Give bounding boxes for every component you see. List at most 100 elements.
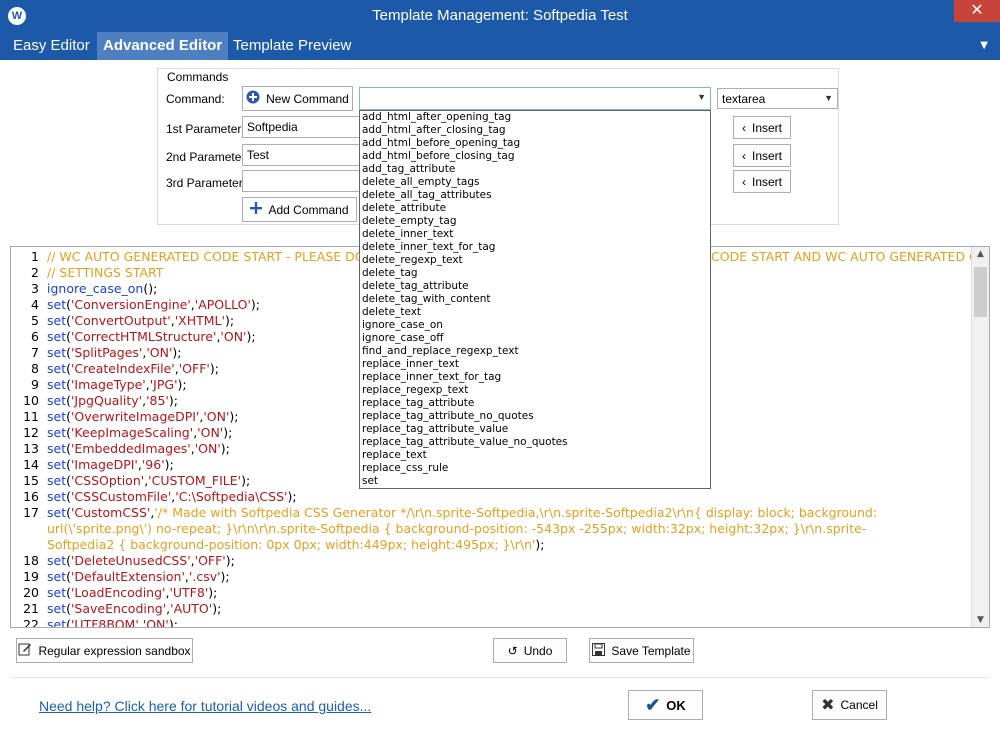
dropdown-option[interactable]: replace_inner_text_for_tag <box>360 371 710 384</box>
code-line: Softpedia2 { background-position: 0px 0p… <box>11 537 971 553</box>
dropdown-option[interactable]: delete_tag_with_content <box>360 293 710 306</box>
dropdown-option[interactable]: delete_empty_tag <box>360 215 710 228</box>
code-token: ignore_case_on <box>47 281 144 296</box>
tab-bar: Easy Editor Advanced Editor Template Pre… <box>0 32 1000 60</box>
scroll-down-icon[interactable]: ▼ <box>972 615 989 625</box>
insert-button-2[interactable]: ‹ Insert <box>733 144 791 167</box>
insert-button-1[interactable]: ‹ Insert <box>733 116 791 139</box>
regex-sandbox-label: Regular expression sandbox <box>38 643 191 658</box>
dropdown-option[interactable]: delete_all_tag_attributes <box>360 189 710 202</box>
code-token: 'OFF' <box>194 553 226 568</box>
close-button[interactable]: ✕ <box>954 0 1000 22</box>
tab-advanced-editor[interactable]: Advanced Editor <box>97 32 229 60</box>
code-token: set <box>47 553 67 568</box>
code-token: 'ON' <box>142 617 169 628</box>
code-token: ); <box>172 345 182 360</box>
code-line: url(\'sprite.png\') no-repeat; }\r\n\r\n… <box>11 521 971 537</box>
code-token: url(\'sprite.png\') no-repeat; }\r\n\r\n… <box>47 521 867 536</box>
window-title: Template Management: Softpedia Test <box>372 7 628 24</box>
dropdown-option[interactable]: delete_attribute <box>360 202 710 215</box>
code-line: 16 set('CSSCustomFile','C:\Softpedia\CSS'… <box>11 489 971 505</box>
dropdown-option[interactable]: delete_tag <box>360 267 710 280</box>
dropdown-option[interactable]: delete_inner_text <box>360 228 710 241</box>
dropdown-option[interactable]: replace_tag_attribute_no_quotes <box>360 410 710 423</box>
dropdown-option[interactable]: replace_text <box>360 449 710 462</box>
help-link[interactable]: Need help? Click here for tutorial video… <box>39 698 371 714</box>
save-template-button[interactable]: Save Template <box>589 638 694 663</box>
line-number: 20 <box>23 585 39 600</box>
dropdown-option[interactable]: add_html_before_opening_tag <box>360 137 710 150</box>
scroll-up-icon[interactable]: ▲ <box>972 249 989 259</box>
dropdown-option[interactable]: add_html_before_closing_tag <box>360 150 710 163</box>
ok-button[interactable]: ✔ OK <box>628 690 703 720</box>
tab-easy-editor[interactable]: Easy Editor <box>7 32 96 60</box>
code-text: set('SaveEncoding','AUTO'); <box>47 601 221 617</box>
insert-button-3[interactable]: ‹ Insert <box>733 170 791 193</box>
type-select[interactable]: textarea ▼ <box>717 88 838 109</box>
dropdown-option[interactable]: delete_text <box>360 306 710 319</box>
command-select[interactable]: ▼ <box>359 87 711 110</box>
vertical-scrollbar[interactable]: ▲ ▼ <box>971 247 989 627</box>
line-number: 2 <box>31 265 39 280</box>
code-text: Softpedia2 { background-position: 0px 0p… <box>47 537 545 553</box>
title-bar: W Template Management: Softpedia Test ✕ <box>0 0 1000 32</box>
code-token: // SETTINGS START <box>47 265 164 280</box>
dropdown-option[interactable]: add_html_after_opening_tag <box>360 111 710 124</box>
code-token: ); <box>535 537 545 552</box>
dropdown-option[interactable]: delete_regexp_text <box>360 254 710 267</box>
dropdown-option[interactable]: set <box>360 475 710 488</box>
dropdown-option[interactable]: replace_inner_text <box>360 358 710 371</box>
plus-circle-icon <box>246 90 260 107</box>
code-token: 'EmbeddedImages' <box>71 441 191 456</box>
dropdown-option[interactable]: replace_regexp_text <box>360 384 710 397</box>
code-text: set('UTF8BOM','ON'); <box>47 617 178 628</box>
code-token: 'UTF8BOM' <box>71 617 139 628</box>
dropdown-option[interactable]: replace_tag_attribute_value_no_quotes <box>360 436 710 449</box>
code-token: 'LoadEncoding' <box>71 585 166 600</box>
line-number: 6 <box>31 329 39 344</box>
dropdown-option[interactable]: delete_tag_attribute <box>360 280 710 293</box>
undo-button[interactable]: ↺ Undo <box>493 638 567 663</box>
code-text: set('KeepImageScaling','ON'); <box>47 425 232 441</box>
code-token: ); <box>164 457 174 472</box>
tab-template-preview[interactable]: Template Preview <box>227 32 357 60</box>
line-number: 15 <box>23 473 39 488</box>
chevron-down-icon[interactable]: ▼ <box>980 40 988 51</box>
line-number: 18 <box>23 553 39 568</box>
dropdown-option[interactable]: add_html_after_closing_tag <box>360 124 710 137</box>
code-text: ignore_case_on(); <box>47 281 157 297</box>
dropdown-option[interactable]: replace_tag_attribute <box>360 397 710 410</box>
dropdown-option[interactable]: delete_all_empty_tags <box>360 176 710 189</box>
dropdown-option[interactable]: add_tag_attribute <box>360 163 710 176</box>
code-token: 'XHTML' <box>174 313 225 328</box>
dropdown-option[interactable]: ignore_case_on <box>360 319 710 332</box>
regex-sandbox-button[interactable]: Regular expression sandbox <box>16 638 193 663</box>
code-token: set <box>47 361 67 376</box>
command-dropdown-list[interactable]: add_html_after_opening_tag add_html_after… <box>359 110 711 489</box>
cancel-button[interactable]: ✖ Cancel <box>812 690 887 720</box>
param1-input[interactable]: Softpedia <box>242 116 360 138</box>
param2-label: 2nd Parameter: <box>166 150 249 164</box>
scrollbar-thumb[interactable] <box>974 267 987 317</box>
dropdown-option[interactable]: ignore_case_off <box>360 332 710 345</box>
code-text: set('ConvertOutput','XHTML'); <box>47 313 234 329</box>
dropdown-option[interactable]: delete_inner_text_for_tag <box>360 241 710 254</box>
code-token: ); <box>208 585 218 600</box>
floppy-disk-icon <box>592 642 606 659</box>
code-token: set <box>47 377 67 392</box>
param2-input[interactable]: Test <box>242 144 360 166</box>
code-token: ); <box>241 473 251 488</box>
add-command-button[interactable]: Add Command <box>242 197 357 222</box>
code-token: ); <box>220 569 230 584</box>
code-token: ); <box>250 297 260 312</box>
line-number: 3 <box>31 281 39 296</box>
dropdown-option[interactable]: find_and_replace_regexp_text <box>360 345 710 358</box>
code-token: set <box>47 393 67 408</box>
dropdown-option[interactable]: replace_css_rule <box>360 462 710 475</box>
code-text: set('EmbeddedImages','ON'); <box>47 441 230 457</box>
new-command-button[interactable]: New Command <box>242 86 353 111</box>
code-token: 'CorrectHTMLStructure' <box>71 329 217 344</box>
param3-input[interactable] <box>242 170 360 192</box>
code-token: 'CSSOption' <box>71 473 145 488</box>
dropdown-option[interactable]: replace_tag_attribute_value <box>360 423 710 436</box>
